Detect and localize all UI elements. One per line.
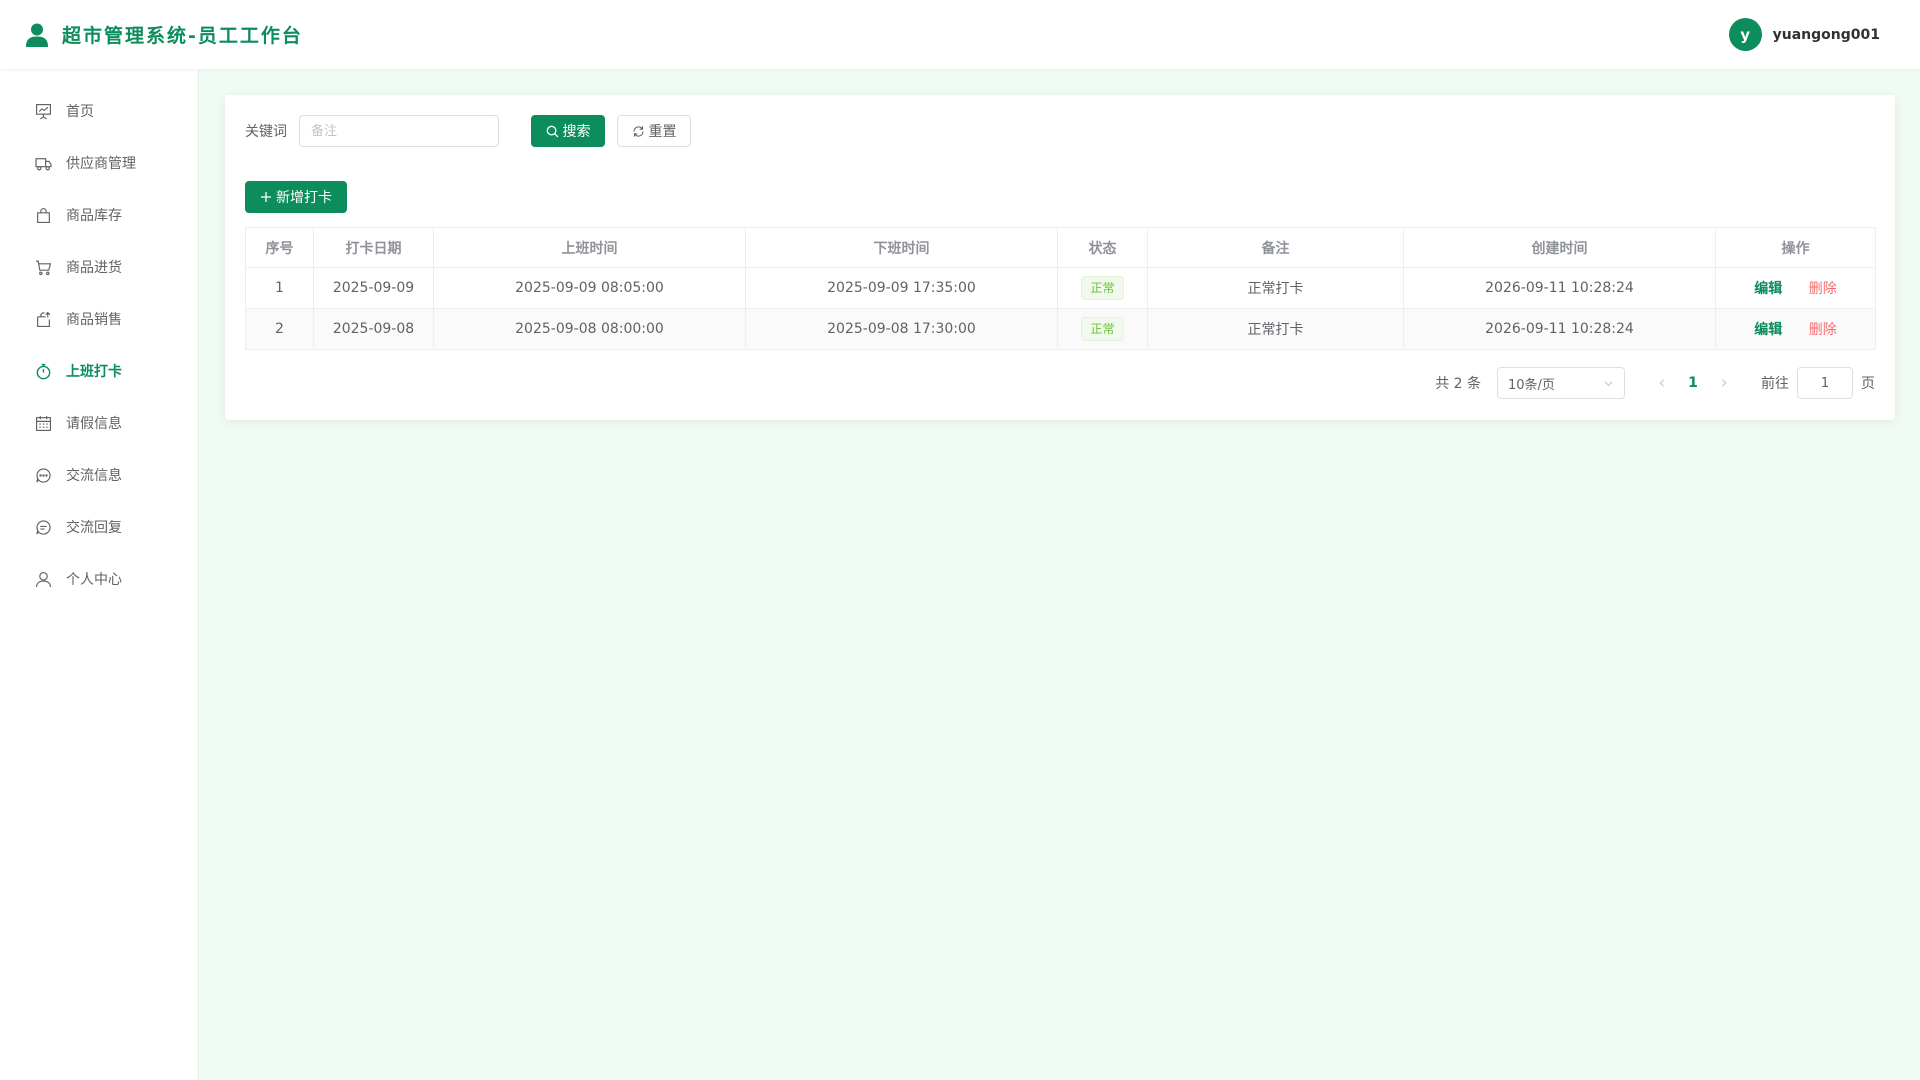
cell-date: 2025-09-09 (313, 267, 434, 309)
user-solid-icon (26, 23, 48, 47)
cell-actions: 编辑 删除 (1715, 267, 1876, 309)
keyword-label: 关键词 (245, 124, 287, 140)
cell-clock-in: 2025-09-09 08:05:00 (433, 267, 746, 309)
page-suffix: 页 (1861, 376, 1875, 392)
chat-reply-icon (36, 519, 51, 535)
sidebar-item-label: 交流回复 (66, 520, 122, 536)
shopping-cart-icon (36, 260, 52, 275)
sidebar-item-label: 交流信息 (66, 468, 122, 484)
col-header-status: 状态 (1057, 227, 1148, 268)
cell-actions: 编辑 删除 (1715, 308, 1876, 350)
pagination: 共 2 条 10条/页 1 前往 页 (245, 367, 1875, 399)
goto-label: 前往 (1761, 376, 1789, 392)
table-row: 2 2025-09-08 2025-09-08 08:00:00 2025-09… (245, 308, 1876, 350)
app-title: 超市管理系统-员工工作台 (62, 25, 303, 47)
chevron-right-icon (1721, 379, 1727, 387)
page-size-select[interactable]: 10条/页 (1497, 367, 1625, 399)
plus-icon (261, 192, 271, 202)
add-button-label: 新增打卡 (276, 190, 332, 206)
col-header-actions: 操作 (1715, 227, 1876, 268)
sidebar-item-label: 供应商管理 (66, 156, 136, 172)
sidebar-item-label: 请假信息 (66, 416, 122, 432)
page-number-current[interactable]: 1 (1677, 375, 1709, 391)
refresh-icon (632, 125, 644, 137)
sidebar-item-label: 商品库存 (66, 208, 122, 224)
search-button-label: 搜索 (562, 124, 591, 140)
cell-index: 1 (245, 267, 314, 309)
presentation-board-icon (36, 103, 51, 119)
brand: 超市管理系统-员工工作台 (26, 21, 303, 48)
status-badge: 正常 (1081, 276, 1124, 300)
col-header-clock-out: 下班时间 (745, 227, 1058, 268)
cell-created: 2026-09-11 10:28:24 (1403, 308, 1716, 350)
status-badge: 正常 (1081, 317, 1124, 341)
search-icon (546, 125, 558, 137)
col-header-index: 序号 (245, 227, 314, 268)
sidebar-item-replies[interactable]: 交流回复 (0, 501, 198, 553)
sidebar-item-clock-in[interactable]: 上班打卡 (0, 345, 198, 397)
col-header-date: 打卡日期 (313, 227, 434, 268)
avatar[interactable]: y (1728, 18, 1762, 51)
keyword-input[interactable] (299, 115, 499, 147)
sidebar-item-label: 个人中心 (66, 572, 122, 588)
total-count: 共 2 条 (1435, 376, 1481, 392)
cell-index: 2 (245, 308, 314, 350)
chat-dots-icon (36, 467, 51, 483)
cell-status: 正常 (1057, 267, 1148, 309)
table-row: 1 2025-09-09 2025-09-09 08:05:00 2025-09… (245, 267, 1876, 309)
cell-note: 正常打卡 (1147, 308, 1404, 350)
search-button[interactable]: 搜索 (531, 115, 605, 147)
sell-bag-icon (37, 311, 51, 327)
goto-page-input[interactable] (1797, 367, 1853, 399)
sidebar-item-label: 上班打卡 (66, 364, 122, 380)
chevron-left-icon (1659, 379, 1665, 387)
username[interactable]: yuangong001 (1773, 27, 1880, 43)
next-page-button[interactable] (1709, 378, 1739, 388)
cell-date: 2025-09-08 (313, 308, 434, 350)
prev-page-button[interactable] (1647, 378, 1677, 388)
user-menu[interactable]: y yuangong001 (1728, 18, 1880, 51)
stopwatch-icon (36, 363, 51, 379)
delete-button[interactable]: 删除 (1809, 281, 1837, 297)
search-bar: 关键词 搜索 重置 (245, 115, 1875, 147)
sidebar-item-label: 商品进货 (66, 260, 122, 276)
cell-clock-out: 2025-09-08 17:30:00 (745, 308, 1058, 350)
sidebar-item-leave[interactable]: 请假信息 (0, 397, 198, 449)
sidebar: 首页 供应商管理 商品库存 商品进货 商品销售 上班打卡 请假信息 交流信息 交… (0, 69, 199, 1080)
delete-button[interactable]: 删除 (1809, 322, 1837, 338)
calendar-icon (36, 415, 51, 431)
cell-clock-in: 2025-09-08 08:00:00 (433, 308, 746, 350)
edit-button[interactable]: 编辑 (1754, 322, 1782, 338)
table-header-row: 序号 打卡日期 上班时间 下班时间 状态 备注 创建时间 操作 (245, 227, 1876, 268)
cell-clock-out: 2025-09-09 17:35:00 (745, 267, 1058, 309)
col-header-clock-in: 上班时间 (433, 227, 746, 268)
edit-button[interactable]: 编辑 (1754, 281, 1782, 297)
reset-button-label: 重置 (648, 124, 677, 140)
sidebar-item-sales[interactable]: 商品销售 (0, 293, 198, 345)
add-clock-in-button[interactable]: 新增打卡 (245, 181, 347, 213)
cell-created: 2026-09-11 10:28:24 (1403, 267, 1716, 309)
col-header-note: 备注 (1147, 227, 1404, 268)
col-header-created: 创建时间 (1403, 227, 1716, 268)
sidebar-item-label: 商品销售 (66, 312, 122, 328)
top-header: 超市管理系统-员工工作台 y yuangong001 (0, 0, 1920, 69)
page-size-value: 10条/页 (1508, 377, 1555, 393)
sidebar-item-home[interactable]: 首页 (0, 85, 198, 137)
user-icon (36, 571, 51, 587)
reset-button[interactable]: 重置 (617, 115, 691, 147)
cell-note: 正常打卡 (1147, 267, 1404, 309)
sidebar-item-purchase[interactable]: 商品进货 (0, 241, 198, 293)
sidebar-item-label: 首页 (66, 104, 94, 120)
shopping-bag-icon (37, 207, 50, 223)
sidebar-item-profile[interactable]: 个人中心 (0, 553, 198, 605)
sidebar-item-messages[interactable]: 交流信息 (0, 449, 198, 501)
chevron-down-icon (1604, 380, 1613, 386)
sidebar-item-supplier[interactable]: 供应商管理 (0, 137, 198, 189)
truck-icon (35, 157, 52, 170)
sidebar-item-inventory[interactable]: 商品库存 (0, 189, 198, 241)
clock-in-table: 序号 打卡日期 上班时间 下班时间 状态 备注 创建时间 操作 1 2025-0… (245, 227, 1876, 350)
main-card: 关键词 搜索 重置 新增打卡 序号 打卡日期 (225, 95, 1895, 420)
cell-status: 正常 (1057, 308, 1148, 350)
